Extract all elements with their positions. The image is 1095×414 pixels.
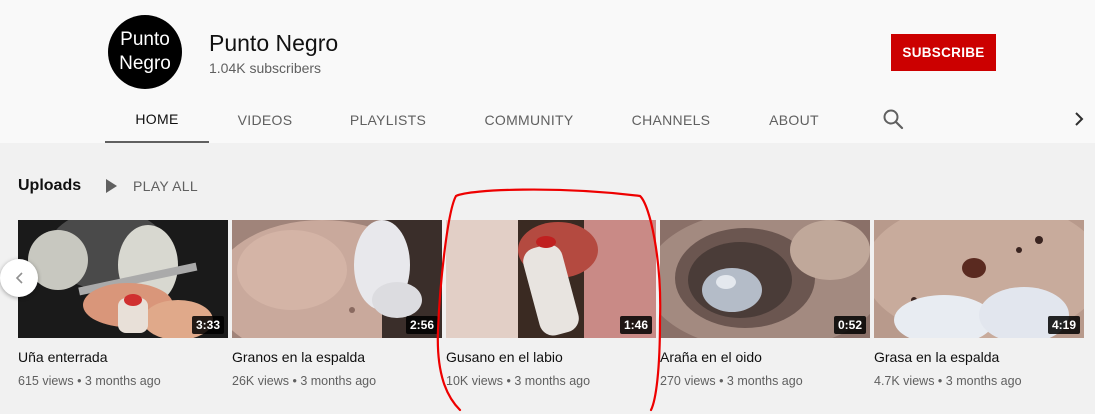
video-thumbnail[interactable]: 1:46 xyxy=(446,220,656,338)
video-duration: 2:56 xyxy=(405,316,438,334)
video-views: 4.7K views xyxy=(874,374,935,388)
chevron-right-icon[interactable] xyxy=(1072,111,1086,127)
video-metadata: 26K views • 3 months ago xyxy=(232,374,377,388)
video-thumbnail[interactable]: 0:52 xyxy=(660,220,870,338)
video-title[interactable]: Gusano en el labio xyxy=(446,348,656,366)
video-views: 615 views xyxy=(18,374,74,388)
video-age: 3 months ago xyxy=(300,374,377,388)
video-metadata: 10K views • 3 months ago xyxy=(446,374,591,388)
video-duration: 0:52 xyxy=(833,316,866,334)
video-age: 3 months ago xyxy=(514,374,591,388)
video-age: 3 months ago xyxy=(945,374,1022,388)
video-views: 270 views xyxy=(660,374,716,388)
play-all-button[interactable]: PLAY ALL xyxy=(106,176,198,196)
play-all-label: PLAY ALL xyxy=(133,178,198,194)
video-age: 3 months ago xyxy=(726,374,803,388)
video-card[interactable]: 2:56 Granos en la espalda 26K views • 3 … xyxy=(232,220,442,388)
subscribe-button[interactable]: SUBSCRIBE xyxy=(891,34,996,71)
tab-community[interactable]: COMMUNITY xyxy=(455,97,603,143)
video-title[interactable]: Granos en la espalda xyxy=(232,348,442,366)
video-card[interactable]: 3:33 Uña enterrada 615 views • 3 months … xyxy=(18,220,228,388)
shelf-prev-button[interactable] xyxy=(0,259,38,297)
video-title[interactable]: Grasa en la espalda xyxy=(874,348,1084,366)
tab-videos[interactable]: VIDEOS xyxy=(209,97,321,143)
video-metadata: 615 views • 3 months ago xyxy=(18,374,161,388)
video-card[interactable]: 1:46 Gusano en el labio 10K views • 3 mo… xyxy=(446,220,656,388)
search-icon[interactable] xyxy=(882,108,904,130)
video-title[interactable]: Uña enterrada xyxy=(18,348,228,366)
video-metadata: 4.7K views • 3 months ago xyxy=(874,374,1022,388)
uploads-title[interactable]: Uploads xyxy=(18,177,81,195)
video-duration: 1:46 xyxy=(619,316,652,334)
video-duration: 4:19 xyxy=(1047,316,1080,334)
channel-header: Punto Negro Punto Negro 1.04K subscriber… xyxy=(0,0,1095,143)
channel-name: Punto Negro xyxy=(209,30,339,56)
tab-channels[interactable]: CHANNELS xyxy=(603,97,739,143)
subscriber-count: 1.04K subscribers xyxy=(209,60,322,76)
avatar-text-line1: Punto xyxy=(120,29,170,50)
channel-avatar[interactable]: Punto Negro xyxy=(108,15,182,89)
avatar-text-line2: Negro xyxy=(119,53,171,74)
video-metadata: 270 views • 3 months ago xyxy=(660,374,803,388)
chevron-left-icon xyxy=(15,272,23,284)
video-thumbnail[interactable]: 4:19 xyxy=(874,220,1084,338)
video-views: 26K views xyxy=(232,374,289,388)
video-card[interactable]: 4:19 Grasa en la espalda 4.7K views • 3 … xyxy=(874,220,1084,388)
video-card[interactable]: 0:52 Araña en el oido 270 views • 3 mont… xyxy=(660,220,870,388)
tab-playlists[interactable]: PLAYLISTS xyxy=(321,97,455,143)
play-icon xyxy=(106,179,117,193)
video-thumbnail[interactable]: 2:56 xyxy=(232,220,442,338)
uploads-shelf-header: Uploads PLAY ALL xyxy=(18,176,198,196)
video-duration: 3:33 xyxy=(191,316,224,334)
video-title[interactable]: Araña en el oido xyxy=(660,348,870,366)
tab-about[interactable]: ABOUT xyxy=(739,97,849,143)
video-age: 3 months ago xyxy=(84,374,161,388)
video-thumbnail[interactable]: 3:33 xyxy=(18,220,228,338)
video-views: 10K views xyxy=(446,374,503,388)
tab-home[interactable]: HOME xyxy=(105,97,209,143)
